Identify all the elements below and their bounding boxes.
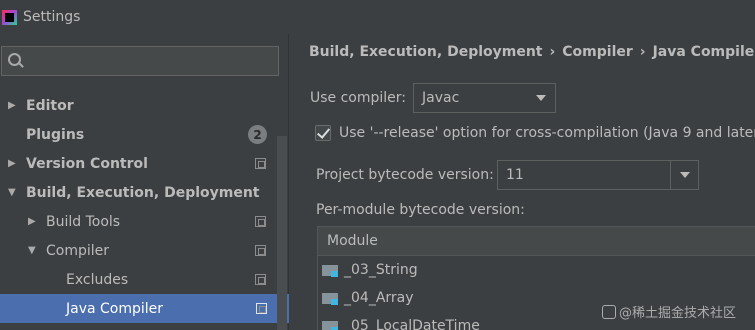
tree-item-plugins[interactable]: Plugins 2 xyxy=(0,120,275,149)
chevron-right-icon[interactable]: ▶ xyxy=(8,100,20,111)
tree-item-label: Editor xyxy=(26,97,74,114)
chevron-down-icon xyxy=(527,84,555,112)
module-folder-icon xyxy=(322,291,340,305)
tree-item-label: Build Tools xyxy=(46,213,121,230)
module-name: _05_LocalDateTime xyxy=(344,318,480,330)
settings-sidebar: ▶ Editor Plugins 2 ▶ Version Control ▼ B… xyxy=(0,34,289,330)
tree-item-label: Compiler xyxy=(46,242,110,259)
per-module-label: Per-module bytecode version: xyxy=(316,202,525,218)
breadcrumb: Build, Execution, Deployment › Compiler › Ja… xyxy=(309,44,755,60)
project-bytecode-value[interactable]: 11 xyxy=(506,167,670,183)
chevron-right-icon[interactable]: ▶ xyxy=(8,158,20,169)
module-name: _03_String xyxy=(344,262,418,278)
search-input[interactable] xyxy=(28,53,268,69)
breadcrumb-item[interactable]: Build, Execution, Deployment xyxy=(309,44,543,60)
module-folder-icon xyxy=(322,319,340,330)
watermark-text: @稀土掘金技术社区 xyxy=(619,306,737,321)
tree-item-label: Java Compiler xyxy=(66,300,164,317)
breadcrumb-item[interactable]: Compiler xyxy=(562,44,633,60)
breadcrumb-item: Java Compiler xyxy=(652,44,755,60)
juejin-logo-icon xyxy=(602,304,616,319)
project-settings-icon xyxy=(255,245,266,256)
settings-content: Build, Execution, Deployment › Compiler › Ja… xyxy=(290,34,755,330)
sidebar-scrollbar[interactable] xyxy=(277,136,287,330)
project-settings-icon xyxy=(255,274,266,285)
table-header-module[interactable]: Module xyxy=(318,226,755,256)
tree-item-label: Plugins xyxy=(26,126,85,143)
search-icon[interactable] xyxy=(6,50,28,72)
release-option-checkbox[interactable] xyxy=(315,125,331,141)
title-bar: Settings xyxy=(0,0,755,34)
chevron-down-icon[interactable]: ▼ xyxy=(8,187,20,198)
project-bytecode-combo[interactable]: 11 xyxy=(497,160,699,190)
tree-item-build-execution-deployment[interactable]: ▼ Build, Execution, Deployment xyxy=(0,178,275,207)
tree-item-label: Version Control xyxy=(26,155,148,172)
project-settings-icon xyxy=(256,303,267,314)
window-title: Settings xyxy=(23,9,81,25)
breadcrumb-separator: › xyxy=(639,44,646,60)
table-row[interactable]: _03_String xyxy=(318,256,755,284)
module-name: _04_Array xyxy=(344,290,414,306)
tree-item-version-control[interactable]: ▶ Version Control xyxy=(0,149,275,178)
update-count-badge: 2 xyxy=(248,125,267,144)
chevron-right-icon[interactable]: ▶ xyxy=(28,216,40,227)
tree-item-label: Build, Execution, Deployment xyxy=(26,184,260,201)
tree-item-excludes[interactable]: Excludes xyxy=(0,265,275,294)
project-bytecode-label: Project bytecode version: xyxy=(316,167,494,183)
settings-tree: ▶ Editor Plugins 2 ▶ Version Control ▼ B… xyxy=(0,91,289,323)
tree-item-compiler[interactable]: ▼ Compiler xyxy=(0,236,275,265)
tree-item-label: Excludes xyxy=(66,271,129,288)
release-option-label[interactable]: Use '--release' option for cross-compila… xyxy=(339,125,755,141)
project-settings-icon xyxy=(255,216,266,227)
chevron-down-icon[interactable] xyxy=(670,161,698,189)
search-box[interactable] xyxy=(1,46,279,76)
use-compiler-value: Javac xyxy=(422,90,460,106)
module-folder-icon xyxy=(322,263,340,277)
intellij-logo-icon xyxy=(2,9,17,25)
watermark: @稀土掘金技术社区 xyxy=(602,302,736,321)
project-settings-icon xyxy=(255,158,266,169)
use-compiler-select[interactable]: Javac xyxy=(413,83,556,113)
tree-item-editor[interactable]: ▶ Editor xyxy=(0,91,275,120)
column-header-label: Module xyxy=(327,233,378,249)
tree-item-build-tools[interactable]: ▶ Build Tools xyxy=(0,207,275,236)
breadcrumb-separator: › xyxy=(549,44,556,60)
use-compiler-label: Use compiler: xyxy=(310,90,407,106)
tree-item-java-compiler[interactable]: Java Compiler xyxy=(0,294,289,323)
chevron-down-icon[interactable]: ▼ xyxy=(28,245,40,256)
